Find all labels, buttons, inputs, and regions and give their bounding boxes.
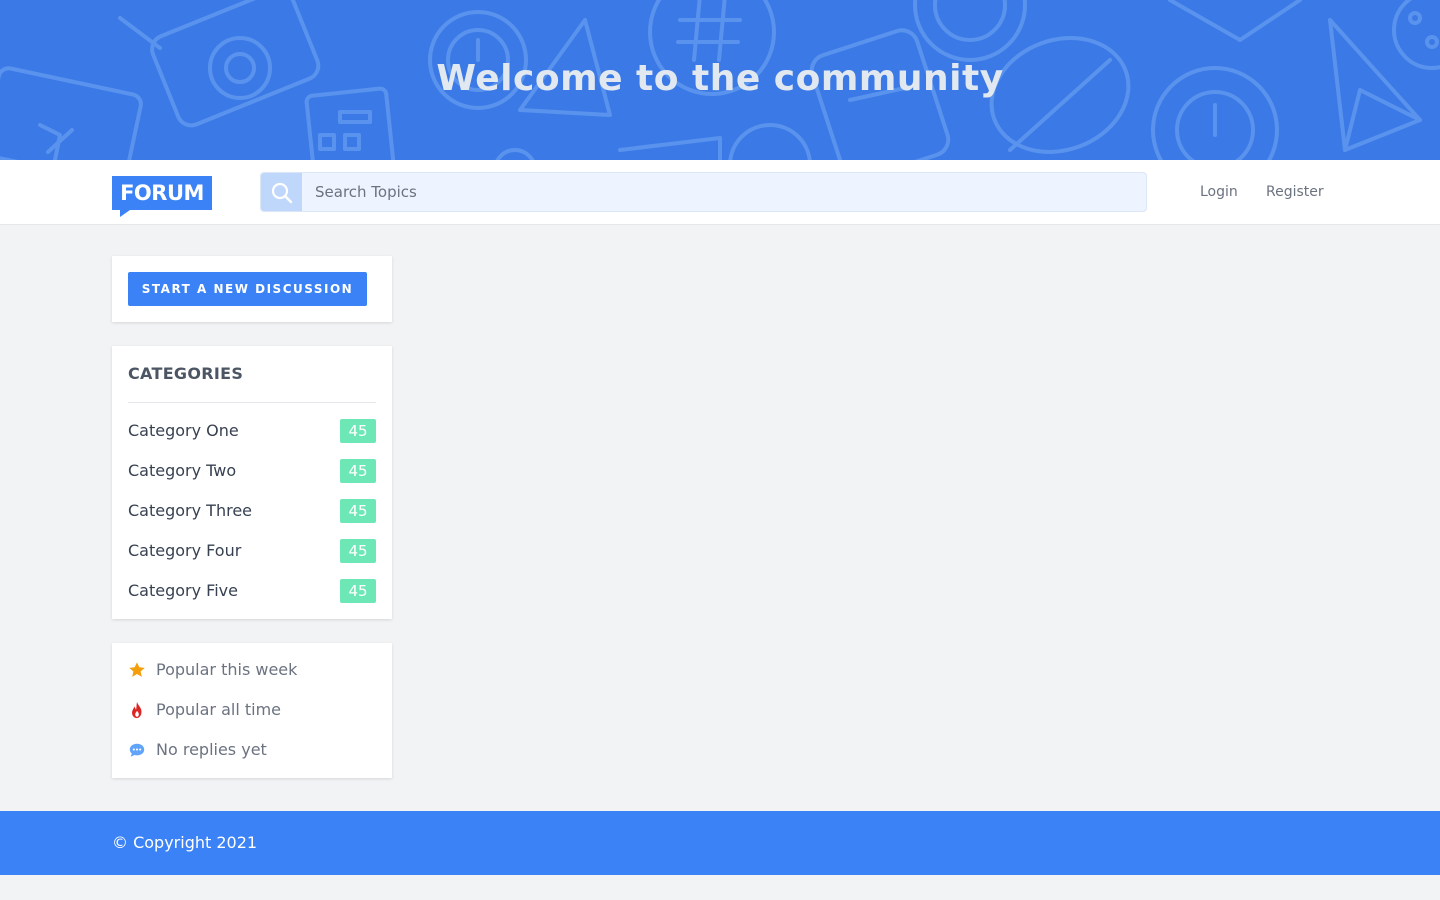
category-count-badge: 45 [340, 539, 376, 563]
logo-text: FORUM [112, 176, 212, 210]
start-discussion-card: START A NEW DISCUSSION [112, 256, 392, 322]
filter-label[interactable]: Popular all time [156, 700, 281, 719]
logo-speech-tail [120, 210, 130, 217]
categories-card: CATEGORIES Category One 45 Category Two … [112, 346, 392, 619]
search-bar [260, 172, 1147, 212]
category-label[interactable]: Category Three [128, 501, 252, 520]
category-count-badge: 45 [340, 499, 376, 523]
category-count-badge: 45 [340, 579, 376, 603]
hero-banner: Welcome to the community [0, 0, 1440, 160]
chat-bubble-icon [129, 743, 145, 757]
star-icon [129, 662, 145, 677]
category-item[interactable]: Category Three 45 [128, 499, 376, 523]
fire-icon [132, 701, 142, 719]
login-link[interactable]: Login [1200, 184, 1238, 200]
category-item[interactable]: Category Four 45 [128, 539, 376, 563]
hero-title: Welcome to the community [436, 58, 1004, 99]
copyright-text: © Copyright 2021 [112, 833, 258, 852]
category-label[interactable]: Category Five [128, 581, 238, 600]
filter-label[interactable]: Popular this week [156, 660, 297, 679]
search-button[interactable] [261, 173, 302, 211]
category-label[interactable]: Category Four [128, 541, 241, 560]
register-link[interactable]: Register [1266, 184, 1324, 200]
category-count-badge: 45 [340, 419, 376, 443]
filter-no-replies[interactable]: No replies yet [128, 738, 376, 762]
category-item[interactable]: Category Five 45 [128, 579, 376, 603]
category-label[interactable]: Category One [128, 421, 239, 440]
top-navbar: FORUM Login Register [0, 160, 1440, 225]
filter-popular-all-time[interactable]: Popular all time [128, 698, 376, 722]
filter-label[interactable]: No replies yet [156, 740, 267, 759]
filter-popular-week[interactable]: Popular this week [128, 658, 376, 682]
start-new-discussion-button[interactable]: START A NEW DISCUSSION [128, 272, 367, 306]
category-count-badge: 45 [340, 459, 376, 483]
categories-divider [128, 402, 376, 403]
search-input[interactable] [302, 173, 1146, 211]
forum-logo[interactable]: FORUM [112, 176, 212, 217]
page-footer: © Copyright 2021 [0, 811, 1440, 875]
search-icon [271, 182, 293, 204]
filters-card: Popular this week Popular all time No re… [112, 643, 392, 778]
categories-title: CATEGORIES [128, 364, 244, 383]
category-label[interactable]: Category Two [128, 461, 236, 480]
category-item[interactable]: Category One 45 [128, 419, 376, 443]
category-item[interactable]: Category Two 45 [128, 459, 376, 483]
